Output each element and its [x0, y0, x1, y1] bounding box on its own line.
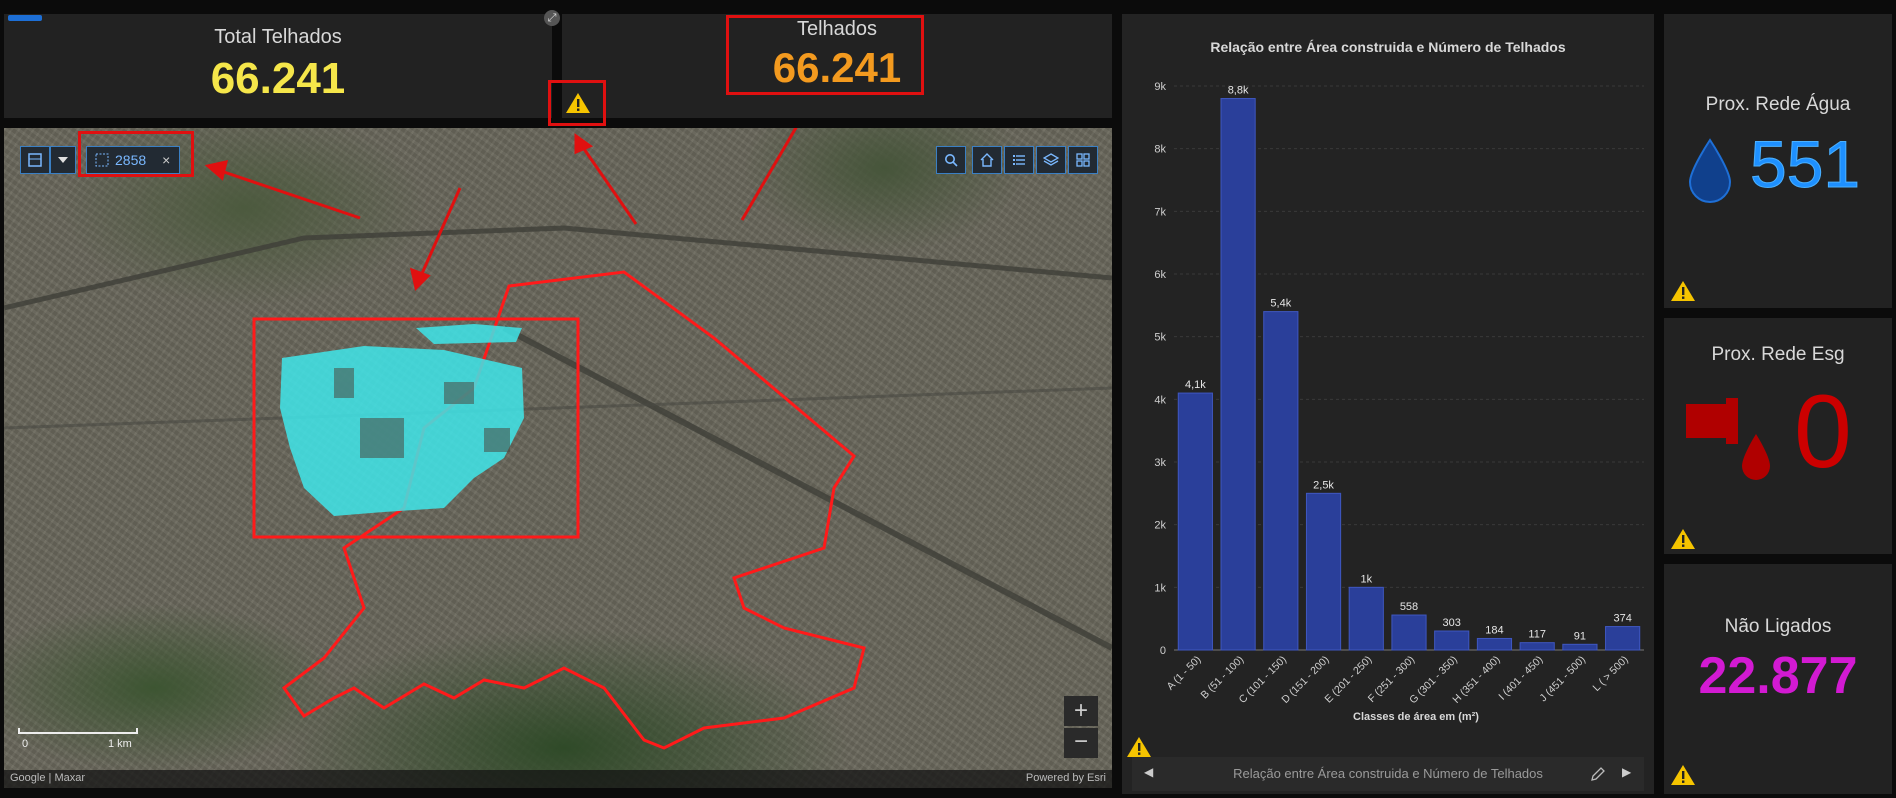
- scale-start: 0: [22, 738, 29, 750]
- list-icon: [1013, 155, 1025, 165]
- scale-bar: [18, 728, 138, 734]
- home-icon: [980, 153, 994, 167]
- y-tick-label: 9k: [1154, 81, 1166, 93]
- widget-icon: [28, 153, 42, 167]
- kpi-agua-value: 551: [1749, 127, 1861, 202]
- bar-value-label: 117: [1528, 629, 1546, 641]
- chart-footer-text: Relação entre Área construida e Número d…: [1233, 766, 1543, 781]
- kpi-total-value: 66.241: [210, 54, 346, 103]
- bar-value-label: 5,4k: [1270, 298, 1291, 310]
- x-tick-label: L ( > 500): [1591, 654, 1631, 694]
- kpi-nao-ligados: Não Ligados 22.877: [1664, 564, 1892, 794]
- chart-footer: ◀ Relação entre Área construida e Número…: [1132, 757, 1644, 791]
- y-tick-label: 4k: [1154, 394, 1166, 406]
- bar[interactable]: [1263, 311, 1299, 651]
- bar-value-label: 4,1k: [1185, 379, 1206, 391]
- chart-panel: Relação entre Área construida e Número d…: [1122, 14, 1654, 794]
- map-overlay: [4, 128, 1112, 750]
- y-tick-label: 8k: [1154, 144, 1166, 156]
- kpi-total-telhados: Total Telhados 66.241: [4, 14, 552, 118]
- kpi-esgoto-value: 0: [1794, 374, 1852, 490]
- layers-button[interactable]: [1036, 146, 1066, 174]
- bar[interactable]: [1220, 98, 1256, 651]
- esgoto-warning-icon[interactable]: [1670, 528, 1696, 550]
- kpi-nao-ligados-value: 22.877: [1698, 647, 1858, 705]
- bar-value-label: 303: [1443, 617, 1461, 629]
- edit-icon[interactable]: [1590, 766, 1606, 782]
- kpi-nao-ligados-title: Não Ligados: [1724, 616, 1832, 637]
- chart-xlabel: Classes de área em (m²): [1353, 711, 1479, 723]
- highlight-telhados: [726, 15, 924, 95]
- bar-value-label: 8,8k: [1228, 85, 1249, 97]
- y-tick-label: 1k: [1154, 582, 1166, 594]
- nao-ligados-warning-icon[interactable]: [1670, 764, 1696, 786]
- y-tick-label: 7k: [1154, 206, 1166, 218]
- bar[interactable]: [1305, 492, 1342, 651]
- attribution-right[interactable]: Powered by Esri: [1026, 772, 1106, 784]
- basemap-gallery-icon: [1076, 153, 1090, 167]
- dropdown-button[interactable]: [50, 146, 76, 174]
- drag-handle[interactable]: [8, 15, 42, 21]
- bar[interactable]: [1605, 626, 1641, 651]
- legend-list-button[interactable]: [1004, 146, 1034, 174]
- zoom-out-button[interactable]: −: [1064, 728, 1098, 758]
- kpi-total-title: Total Telhados: [214, 26, 342, 48]
- chevron-down-icon: [58, 157, 68, 163]
- search-button[interactable]: [936, 146, 966, 174]
- legend-button[interactable]: [20, 146, 50, 174]
- kpi-agua-title: Prox. Rede Água: [1705, 94, 1851, 115]
- scale-end: 1 km: [108, 738, 132, 750]
- chart-warning-icon[interactable]: [1126, 736, 1152, 758]
- y-tick-label: 3k: [1154, 457, 1166, 469]
- y-tick-label: 2k: [1154, 520, 1166, 532]
- kpi-prox-rede-esgoto: Prox. Rede Esg 0: [1664, 318, 1892, 554]
- y-tick-label: 5k: [1154, 332, 1166, 344]
- agua-warning-icon[interactable]: [1670, 280, 1696, 302]
- bar[interactable]: [1519, 642, 1555, 651]
- map-view[interactable]: 2858 × + − 0 1 km Google | Maxar Powered…: [4, 128, 1112, 788]
- chart-title: Relação entre Área construida e Número d…: [1210, 39, 1566, 55]
- expand-icon[interactable]: ⤢: [544, 10, 560, 26]
- bar-value-label: 184: [1485, 624, 1503, 636]
- bar-value-label: 2,5k: [1313, 479, 1334, 491]
- kpi-prox-rede-agua: Prox. Rede Água 551: [1664, 14, 1892, 308]
- bar-value-label: 374: [1613, 613, 1631, 625]
- bar-value-label: 1k: [1360, 573, 1372, 585]
- x-tick-label: J (451 - 500): [1537, 654, 1588, 705]
- map-attribution: Google | Maxar Powered by Esri: [4, 770, 1112, 788]
- bar-value-label: 558: [1400, 601, 1418, 613]
- sewer-pipe-icon: [1686, 398, 1770, 480]
- next-chart-arrow[interactable]: ▶: [1622, 765, 1631, 779]
- bar[interactable]: [1348, 586, 1384, 651]
- warning-icon[interactable]: [565, 92, 591, 114]
- x-tick-label: A (1 - 50): [1164, 654, 1203, 693]
- layers-icon: [1043, 153, 1059, 166]
- kpi-esgoto-title: Prox. Rede Esg: [1711, 344, 1845, 365]
- y-tick-label: 6k: [1154, 269, 1166, 281]
- search-icon: [945, 154, 958, 167]
- water-drop-icon: [1688, 138, 1732, 203]
- zoom-in-button[interactable]: +: [1064, 696, 1098, 726]
- bar[interactable]: [1391, 614, 1427, 651]
- y-tick-label: 0: [1160, 645, 1166, 657]
- bar[interactable]: [1562, 643, 1598, 651]
- bar-chart: Relação entre Área construida e Número d…: [1154, 39, 1644, 723]
- highlight-selection: [78, 131, 194, 177]
- home-button[interactable]: [972, 146, 1002, 174]
- attribution-left: Google | Maxar: [10, 772, 86, 784]
- bar[interactable]: [1434, 630, 1470, 651]
- bar[interactable]: [1476, 637, 1513, 651]
- basemap-button[interactable]: [1068, 146, 1098, 174]
- bar[interactable]: [1177, 392, 1213, 651]
- bar-value-label: 91: [1574, 630, 1586, 642]
